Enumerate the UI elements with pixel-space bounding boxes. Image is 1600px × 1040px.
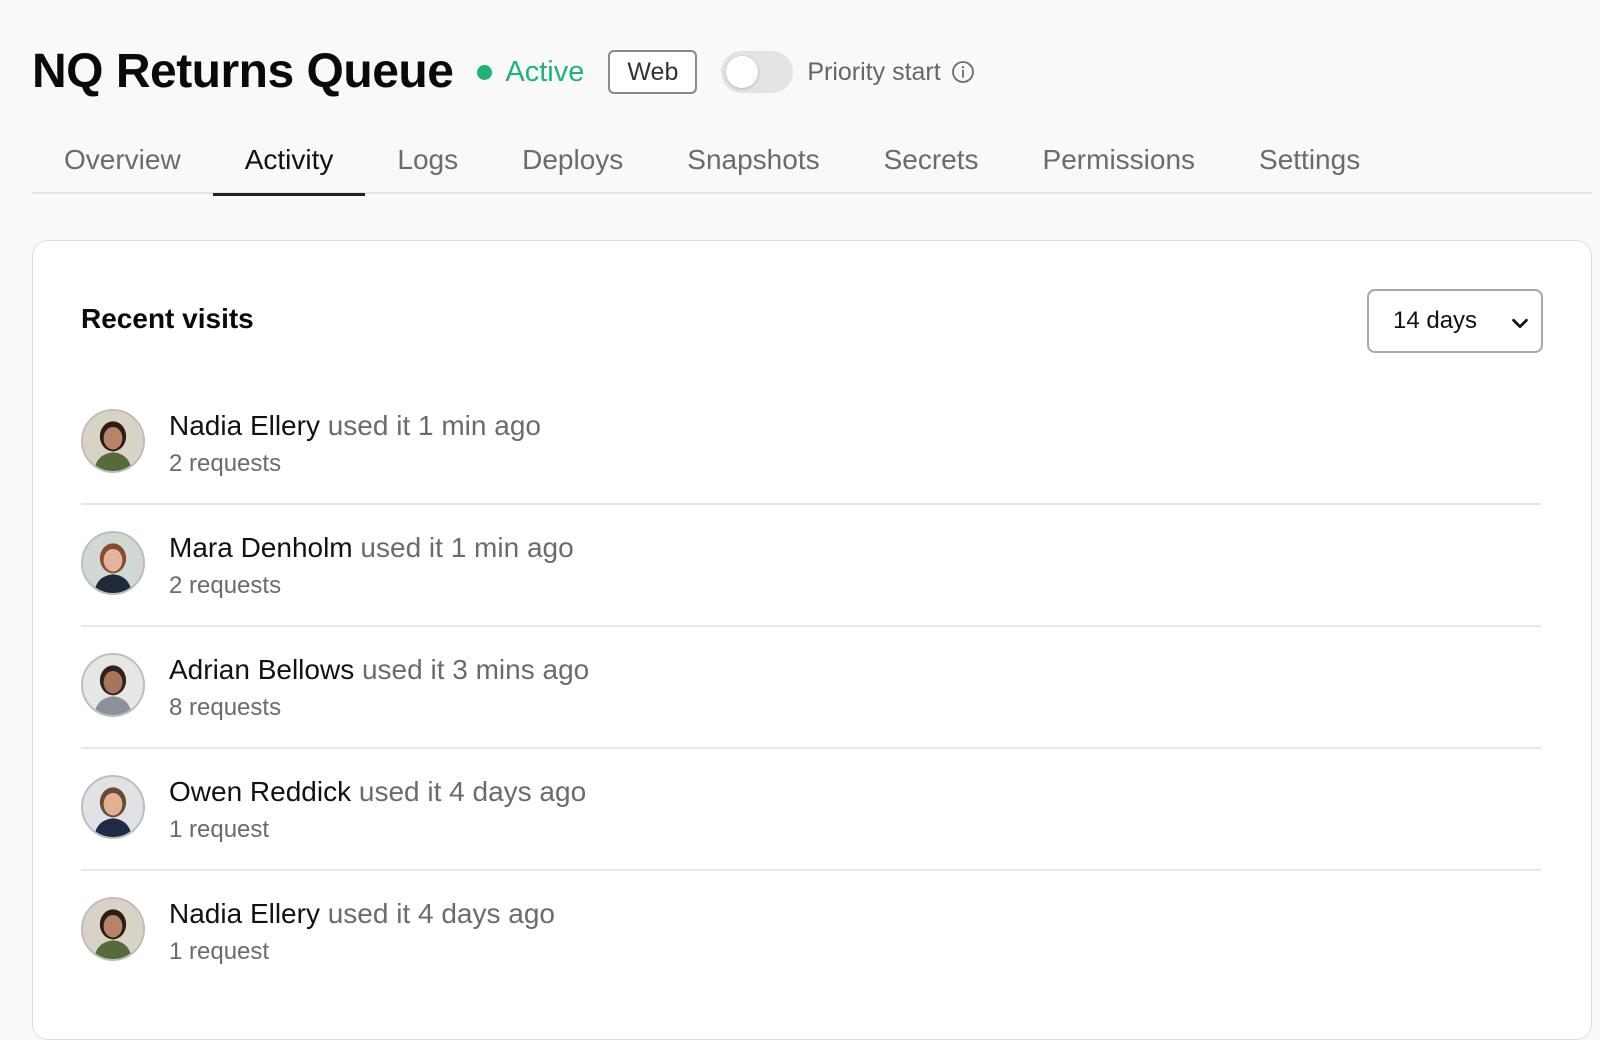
- person-portrait-icon: [83, 777, 143, 837]
- visit-user-name: Nadia Ellery: [169, 898, 320, 929]
- visit-user-name: Adrian Bellows: [169, 654, 355, 685]
- tab-logs[interactable]: Logs: [365, 126, 490, 194]
- avatar: [81, 897, 145, 961]
- tab-label: Settings: [1259, 144, 1361, 175]
- person-portrait-icon: [83, 411, 143, 471]
- tab-overview[interactable]: Overview: [32, 126, 213, 194]
- visit-text: Owen Reddick used it 4 days ago 1 reques…: [169, 775, 586, 845]
- visit-time: used it 1 min ago: [327, 410, 541, 441]
- tab-label: Logs: [397, 144, 459, 175]
- visit-user-name: Mara Denholm: [169, 532, 353, 563]
- avatar: [81, 653, 145, 717]
- visit-text: Adrian Bellows used it 3 mins ago 8 requ…: [169, 653, 589, 723]
- person-portrait-icon: [83, 655, 143, 715]
- visit-line: Nadia Ellery used it 1 min ago: [169, 409, 541, 443]
- time-range-value: 14 days: [1393, 307, 1478, 334]
- avatar: [81, 531, 145, 595]
- visit-text: Nadia Ellery used it 4 days ago 1 reques…: [169, 897, 555, 967]
- tab-snapshots[interactable]: Snapshots: [655, 126, 851, 194]
- tab-label: Secrets: [883, 144, 979, 175]
- visit-line: Adrian Bellows used it 3 mins ago: [169, 653, 589, 687]
- chevron-down-icon: [1512, 318, 1528, 329]
- list-item: Nadia Ellery used it 4 days ago 1 reques…: [81, 871, 1541, 993]
- visit-request-count: 2 requests: [169, 572, 282, 599]
- tab-label: Overview: [64, 144, 181, 175]
- tab-secrets[interactable]: Secrets: [852, 126, 1011, 194]
- tab-bar: Overview Activity Logs Deploys Snapshots…: [32, 126, 1592, 196]
- tab-settings[interactable]: Settings: [1227, 126, 1392, 194]
- tab-label: Activity: [244, 144, 334, 175]
- visit-request-count: 8 requests: [169, 694, 282, 721]
- tab-label: Deploys: [522, 144, 624, 175]
- app-header: NQ Returns Queue Active Web Priority sta…: [32, 40, 975, 104]
- info-icon[interactable]: [951, 60, 975, 84]
- visit-time: used it 3 mins ago: [361, 654, 590, 685]
- avatar: [81, 409, 145, 473]
- tab-activity[interactable]: Activity: [212, 126, 366, 196]
- status-dot-icon: [477, 64, 493, 80]
- person-portrait-icon: [83, 899, 143, 959]
- visit-text: Mara Denholm used it 1 min ago 2 request…: [169, 531, 574, 601]
- tab-permissions[interactable]: Permissions: [1011, 126, 1227, 194]
- status-label: Active: [505, 55, 585, 88]
- tab-label: Permissions: [1042, 144, 1196, 175]
- status-indicator: Active: [477, 56, 584, 89]
- visit-time: used it 4 days ago: [327, 898, 556, 929]
- visit-request-count: 2 requests: [169, 450, 282, 477]
- recent-visits-card: Recent visits 14 days Nadia Ellery used …: [32, 240, 1592, 1040]
- visit-line: Owen Reddick used it 4 days ago: [169, 775, 586, 809]
- tab-label: Snapshots: [687, 144, 820, 175]
- visit-request-count: 1 request: [169, 816, 270, 843]
- priority-start-toggle[interactable]: [721, 51, 794, 93]
- priority-start-label: Priority start: [807, 57, 941, 86]
- visit-user-name: Nadia Ellery: [169, 410, 320, 441]
- list-item: Nadia Ellery used it 1 min ago 2 request…: [81, 383, 1541, 505]
- list-item: Owen Reddick used it 4 days ago 1 reques…: [81, 749, 1541, 871]
- tab-deploys[interactable]: Deploys: [490, 126, 655, 194]
- visit-request-count: 1 request: [169, 938, 270, 965]
- visit-line: Mara Denholm used it 1 min ago: [169, 531, 574, 565]
- toggle-knob: [726, 56, 759, 88]
- person-portrait-icon: [83, 533, 143, 593]
- page-title: NQ Returns Queue: [32, 45, 454, 98]
- avatar: [81, 775, 145, 839]
- recent-visits-title: Recent visits: [81, 303, 254, 334]
- visit-time: used it 4 days ago: [358, 776, 587, 807]
- list-item: Mara Denholm used it 1 min ago 2 request…: [81, 505, 1541, 627]
- time-range-select[interactable]: 14 days: [1367, 289, 1543, 353]
- visit-list: Nadia Ellery used it 1 min ago 2 request…: [81, 383, 1541, 993]
- platform-badge: Web: [608, 50, 698, 94]
- list-item: Adrian Bellows used it 3 mins ago 8 requ…: [81, 627, 1541, 749]
- visit-text: Nadia Ellery used it 1 min ago 2 request…: [169, 409, 541, 479]
- visit-line: Nadia Ellery used it 4 days ago: [169, 897, 555, 931]
- visit-user-name: Owen Reddick: [169, 776, 352, 807]
- visit-time: used it 1 min ago: [360, 532, 574, 563]
